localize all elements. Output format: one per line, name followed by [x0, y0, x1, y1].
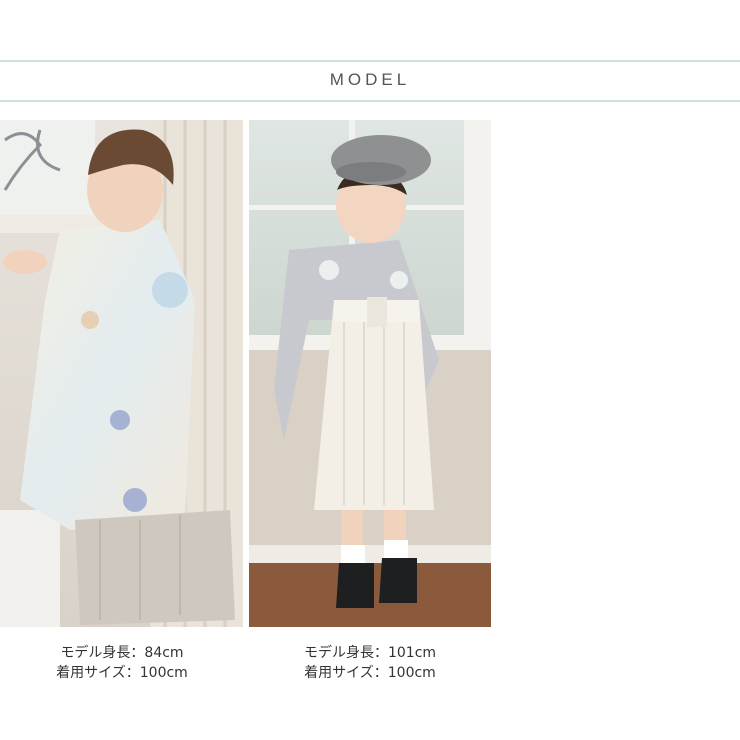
model-photo-2: [249, 120, 491, 627]
top-divider: [0, 60, 740, 62]
model-2-caption: モデル身長：101cm 着用サイズ：100cm: [245, 643, 495, 683]
model-1-size: 着用サイズ：100cm: [56, 665, 188, 681]
model-photo-1: [0, 120, 243, 627]
model-1-caption: モデル身長：84cm 着用サイズ：100cm: [0, 643, 247, 683]
model-1-height: モデル身長：84cm: [60, 645, 184, 661]
bottom-divider: [0, 100, 740, 102]
model-2-size: 着用サイズ：100cm: [304, 665, 436, 681]
model-2-height: モデル身長：101cm: [303, 645, 437, 661]
section-title: MODEL: [329, 70, 411, 89]
